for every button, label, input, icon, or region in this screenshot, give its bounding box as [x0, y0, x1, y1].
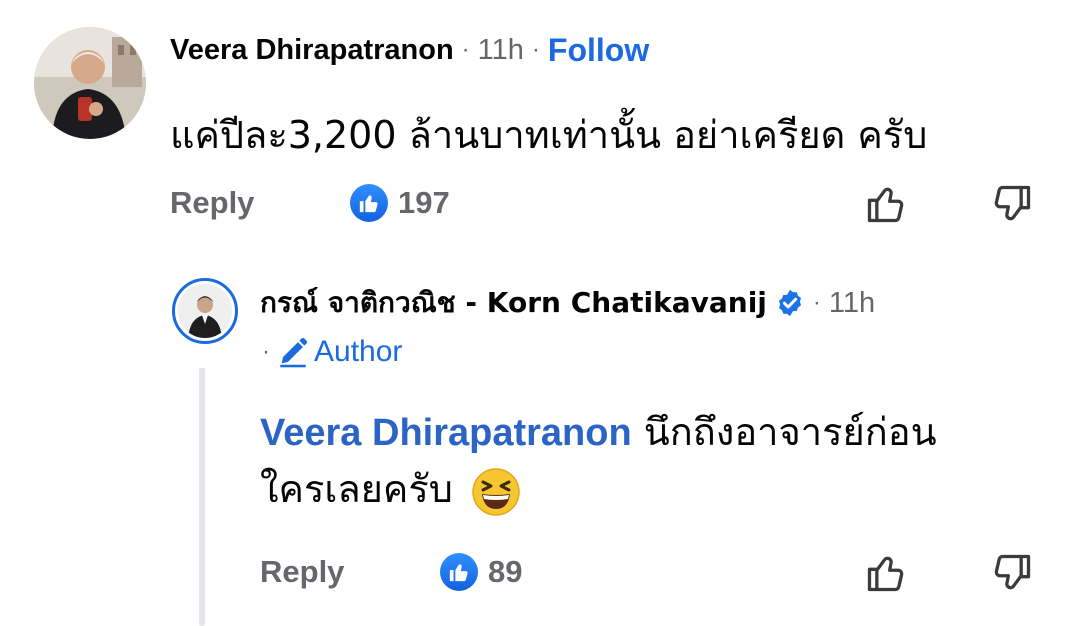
- reply-header: กรณ์ จาติกวณิช - Korn Chatikavanij · 11h: [260, 283, 875, 323]
- laughing-emoji-icon: [471, 467, 521, 517]
- comment-thread: Veera Dhirapatranon · 11h · Follow แค่ปี…: [0, 0, 1080, 626]
- reply-text-part: นึกถึงอาจารย์ก่อน: [631, 410, 937, 454]
- reply-button[interactable]: Reply: [170, 185, 254, 221]
- reaction-summary[interactable]: 197: [350, 178, 450, 228]
- separator: ·: [461, 36, 470, 63]
- author-label: Author: [314, 335, 403, 368]
- thumbs-up-outline-icon[interactable]: [862, 180, 910, 228]
- thumbs-up-outline-icon[interactable]: [862, 549, 910, 597]
- mention-link[interactable]: Veera Dhirapatranon: [260, 412, 632, 454]
- like-count: 89: [488, 554, 523, 589]
- follow-button[interactable]: Follow: [548, 32, 649, 69]
- thumbs-up-icon: [350, 184, 388, 222]
- comment-text: แค่ปีละ3,200 ล้านบาทเท่านั้น อย่าเครียด …: [170, 113, 928, 157]
- timestamp[interactable]: 11h: [829, 287, 875, 320]
- reply-text-part: ใครเลยครับ: [260, 467, 453, 511]
- avatar[interactable]: [34, 27, 146, 139]
- reply-text-line: Veera Dhirapatranon นึกถึงอาจารย์ก่อน: [260, 404, 1040, 461]
- avatar[interactable]: [172, 278, 238, 344]
- separator: ·: [812, 289, 821, 316]
- thumbs-down-outline-icon[interactable]: [988, 180, 1036, 228]
- reply-button[interactable]: Reply: [260, 554, 344, 590]
- thumbs-down-outline-icon[interactable]: [988, 549, 1036, 597]
- author-badge: · Author: [262, 332, 402, 372]
- reply-text-line: ใครเลยครับ: [260, 461, 1040, 517]
- separator: ·: [262, 338, 270, 365]
- comment-header: Veera Dhirapatranon · 11h · Follow: [170, 30, 649, 70]
- comment-actions: Reply: [170, 178, 254, 228]
- like-count: 197: [398, 185, 450, 220]
- thread-line: [199, 368, 205, 626]
- reply-text: Veera Dhirapatranon นึกถึงอาจารย์ก่อน ใค…: [260, 404, 1040, 517]
- pencil-icon: [276, 335, 310, 369]
- reply-actions: Reply: [260, 547, 344, 597]
- verified-badge-icon: [775, 288, 805, 318]
- timestamp[interactable]: 11h: [478, 34, 524, 67]
- reaction-summary[interactable]: 89: [440, 547, 522, 597]
- author-name[interactable]: Veera Dhirapatranon: [170, 34, 454, 67]
- separator: ·: [531, 36, 540, 63]
- author-name[interactable]: กรณ์ จาติกวณิช - Korn Chatikavanij: [260, 281, 767, 325]
- thumbs-up-icon: [440, 553, 478, 591]
